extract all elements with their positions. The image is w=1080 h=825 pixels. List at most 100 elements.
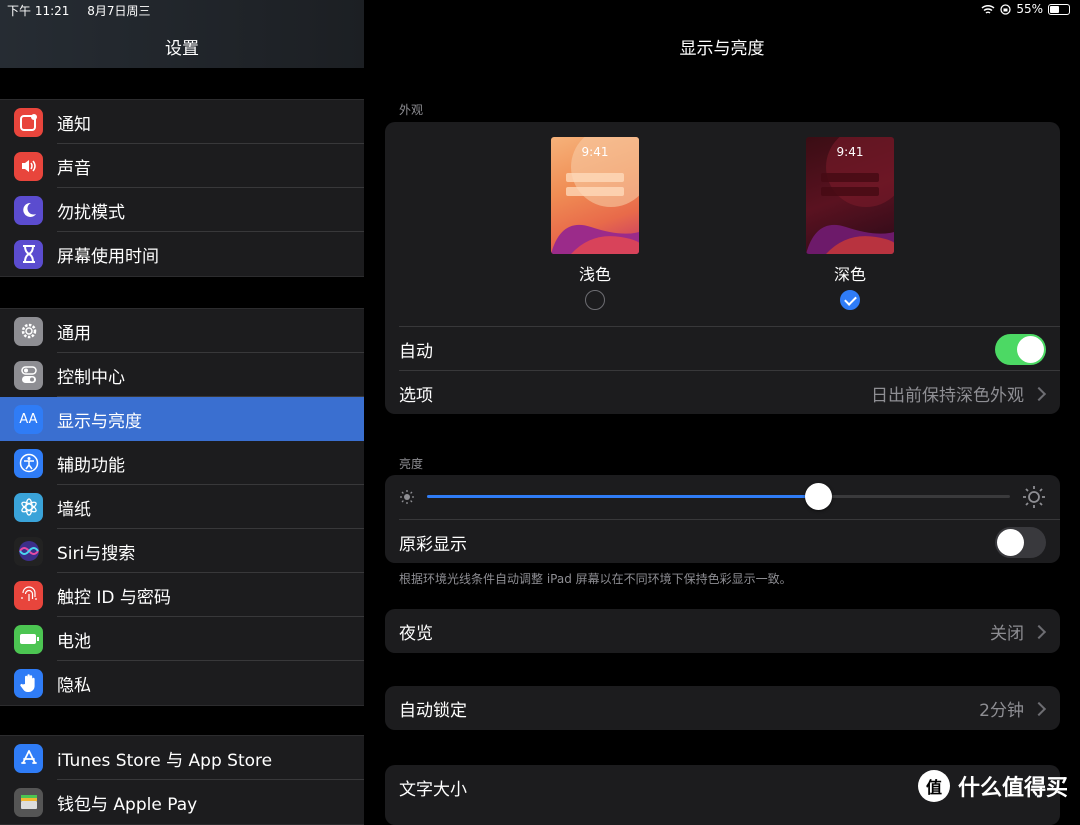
brightness-slider-fill (427, 495, 818, 498)
chevron-right-icon (1031, 386, 1047, 402)
sidebar-item-wallpaper[interactable]: 墙纸 (0, 485, 364, 529)
light-mode-preview[interactable]: 9:41 (551, 137, 639, 254)
display-aa-icon: AA (14, 404, 43, 434)
sidebar-item-do-not-disturb[interactable]: 勿扰模式 (0, 188, 364, 232)
status-time: 下午 11:21 (7, 4, 70, 18)
auto-appearance-toggle[interactable] (995, 333, 1046, 365)
sidebar-item-battery[interactable]: 电池 (0, 617, 364, 661)
sidebar-item-label: 勿扰模式 (57, 202, 125, 223)
sidebar-item-app-store[interactable]: iTunes Store 与 App Store (0, 736, 364, 780)
night-shift-value: 关闭 (990, 623, 1024, 644)
auto-appearance-row: 自动 (385, 327, 1060, 371)
dark-mode-radio[interactable] (840, 290, 860, 310)
light-preview-time: 9:41 (581, 145, 609, 159)
light-preview-notification (566, 173, 624, 182)
sidebar-item-label: 墙纸 (57, 499, 91, 520)
sidebar-item-display-brightness[interactable]: AA 显示与亮度 (0, 397, 364, 441)
status-bar-left: 下午 11:21 8月7日周三 (7, 2, 165, 19)
sidebar-item-label: iTunes Store 与 App Store (57, 750, 273, 771)
sidebar-item-control-center[interactable]: 控制中心 (0, 353, 364, 397)
brightness-slider-row (385, 475, 1060, 519)
auto-lock-row[interactable]: 自动锁定 2分钟 (385, 686, 1060, 730)
toggle-knob (1017, 335, 1044, 363)
sidebar-item-label: 通知 (57, 114, 91, 135)
checkmark-icon (844, 293, 857, 306)
notifications-icon (14, 107, 43, 137)
accessibility-icon (14, 448, 43, 478)
sidebar-item-siri-search[interactable]: Siri与搜索 (0, 529, 364, 573)
watermark-text: 什么值得买 (957, 776, 1068, 801)
moon-icon (14, 195, 43, 225)
sidebar-title: 设置 (165, 39, 199, 59)
sidebar-item-label: 屏幕使用时间 (57, 246, 159, 267)
sidebar-group-3: iTunes Store 与 App Store 钱包与 Apple Pay (0, 735, 364, 825)
orientation-lock-icon (1000, 3, 1011, 15)
appearance-card: 9:41 浅色 9:41 深色 自动 选项 日出前保持深色外观 (385, 122, 1060, 414)
appearance-section-label: 外观 (399, 103, 424, 117)
sidebar-item-label: 显示与亮度 (57, 411, 142, 432)
sidebar-item-touch-id[interactable]: 触控 ID 与密码 (0, 573, 364, 617)
battery-icon (14, 624, 43, 654)
light-mode-radio[interactable] (585, 290, 605, 310)
chevron-right-icon (1031, 701, 1047, 717)
sidebar-item-label: Siri与搜索 (57, 543, 136, 564)
sidebar-item-accessibility[interactable]: 辅助功能 (0, 441, 364, 485)
true-tone-row: 原彩显示 (385, 520, 1060, 563)
dark-mode-preview[interactable]: 9:41 (806, 137, 894, 254)
night-shift-card: 夜览 关闭 (385, 609, 1060, 653)
status-bar-right: 55% (981, 2, 1070, 16)
sun-small-icon (400, 490, 414, 504)
sidebar-item-screen-time[interactable]: 屏幕使用时间 (0, 232, 364, 276)
options-label: 选项 (399, 385, 433, 406)
toggle-knob (997, 528, 1024, 556)
sidebar-item-label: 钱包与 Apple Pay (57, 794, 198, 815)
watermark-logo: 值 (917, 770, 950, 802)
sidebar-item-label: 控制中心 (57, 367, 125, 388)
dark-preview-notification (821, 187, 879, 196)
light-mode-label: 浅色 (578, 265, 611, 284)
siri-icon (14, 536, 43, 566)
gear-icon (14, 316, 43, 346)
night-shift-row[interactable]: 夜览 关闭 (385, 609, 1060, 653)
speaker-icon (14, 151, 43, 181)
auto-label: 自动 (399, 341, 433, 362)
page-title: 显示与亮度 (679, 39, 765, 59)
sidebar-item-notifications[interactable]: 通知 (0, 100, 364, 144)
sidebar-item-label: 辅助功能 (57, 455, 125, 476)
sidebar-item-general[interactable]: 通用 (0, 309, 364, 353)
status-date: 8月7日周三 (87, 4, 151, 18)
hourglass-icon (14, 239, 43, 269)
sidebar-group-1: 通知 声音 勿扰模式 屏幕使用时间 (0, 99, 364, 277)
text-size-label: 文字大小 (399, 779, 467, 800)
battery-indicator-icon (1048, 3, 1070, 15)
wallet-icon (14, 787, 43, 817)
dark-mode-label: 深色 (833, 265, 866, 284)
flower-icon (14, 492, 43, 522)
night-shift-label: 夜览 (399, 623, 433, 644)
battery-percent: 55% (1016, 2, 1043, 16)
light-preview-notification (566, 187, 624, 196)
brightness-slider-thumb[interactable] (804, 483, 832, 510)
appearance-options-row[interactable]: 选项 日出前保持深色外观 (385, 371, 1060, 414)
sidebar-group-2: 通用 控制中心 AA 显示与亮度 辅助功能 墙纸 Siri与搜索 触控 ID 与… (0, 308, 364, 706)
sidebar-item-wallet[interactable]: 钱包与 Apple Pay (0, 780, 364, 824)
wifi-icon (981, 4, 995, 14)
chevron-right-icon (1031, 624, 1047, 640)
app-store-icon (14, 743, 43, 773)
brightness-slider[interactable] (427, 483, 1010, 510)
auto-lock-card: 自动锁定 2分钟 (385, 686, 1060, 730)
sidebar-item-privacy[interactable]: 隐私 (0, 661, 364, 705)
sidebar-item-sounds[interactable]: 声音 (0, 144, 364, 188)
true-tone-toggle[interactable] (995, 526, 1046, 558)
true-tone-footnote: 根据环境光线条件自动调整 iPad 屏幕以在不同环境下保持色彩显示一致。 (399, 572, 792, 586)
brightness-card: 原彩显示 (385, 475, 1060, 563)
hand-icon (14, 668, 43, 698)
fingerprint-icon (14, 580, 43, 610)
dark-preview-notification (821, 173, 879, 182)
auto-lock-value: 2分钟 (979, 700, 1024, 721)
sidebar-item-label: 通用 (57, 323, 91, 344)
brightness-section-label: 亮度 (399, 457, 424, 471)
sun-large-icon (1023, 486, 1045, 508)
sidebar-item-label: 触控 ID 与密码 (57, 587, 171, 608)
watermark: 值 什么值得买 (917, 770, 1068, 802)
